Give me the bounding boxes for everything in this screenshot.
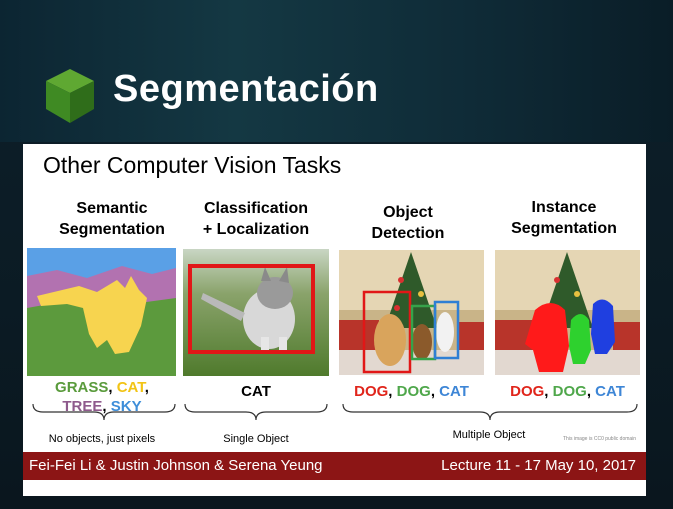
brace-semantic xyxy=(32,403,176,421)
label-cat: CAT xyxy=(595,383,625,400)
label-cat: CAT xyxy=(116,379,145,396)
note-multiple: Multiple Object xyxy=(452,429,526,441)
label-dog-2: DOG xyxy=(396,383,431,400)
caption-separator: , xyxy=(144,379,149,396)
instance-caption: DOG, DOG, CAT xyxy=(495,382,640,401)
label-dog-1: DOG xyxy=(354,383,389,400)
caption-separator: , xyxy=(108,379,117,396)
cube-logo-icon xyxy=(46,69,94,123)
classification-image xyxy=(183,249,329,376)
image-credit: This image is CC0 public domain xyxy=(563,436,637,442)
classification-caption: CAT xyxy=(241,383,271,400)
task-label-instance: Instance Segmentation xyxy=(511,199,617,237)
task-label-classification: Classification + Localization xyxy=(202,200,310,238)
caption-separator: , xyxy=(544,383,553,400)
footer-authors: Fei-Fei Li & Justin Johnson & Serena Yeu… xyxy=(29,457,323,474)
note-classification: Single Object xyxy=(223,433,289,445)
footer-lecture: Lecture 11 - 17 May 10, 2017 xyxy=(441,457,636,474)
slide-heading: Other Computer Vision Tasks xyxy=(43,152,342,178)
page-title: Segmentación xyxy=(113,68,379,110)
task-label-semantic: Semantic Segmentation xyxy=(59,200,165,238)
label-cat: CAT xyxy=(439,383,469,400)
note-semantic: No objects, just pixels xyxy=(48,433,156,445)
label-dog-2: DOG xyxy=(552,383,587,400)
semantic-segmentation-image xyxy=(27,248,176,376)
instance-segmentation-image xyxy=(495,250,640,375)
lecture-slide: Other Computer Vision Tasks Semantic Seg… xyxy=(23,144,646,496)
caption-separator: , xyxy=(388,383,397,400)
caption-separator: , xyxy=(430,383,440,400)
label-dog-1: DOG xyxy=(510,383,545,400)
slide-footer: Fei-Fei Li & Justin Johnson & Serena Yeu… xyxy=(23,452,646,480)
video-frame: Segmentación Other Computer Vision Tasks… xyxy=(0,0,673,509)
task-label-detection: Object Detection xyxy=(371,204,445,242)
detection-caption: DOG, DOG, CAT xyxy=(339,382,484,401)
label-grass: GRASS xyxy=(55,379,109,396)
brace-classification xyxy=(184,403,328,421)
caption-separator: , xyxy=(586,383,596,400)
brace-multiple xyxy=(342,403,638,421)
object-detection-image xyxy=(339,250,484,375)
